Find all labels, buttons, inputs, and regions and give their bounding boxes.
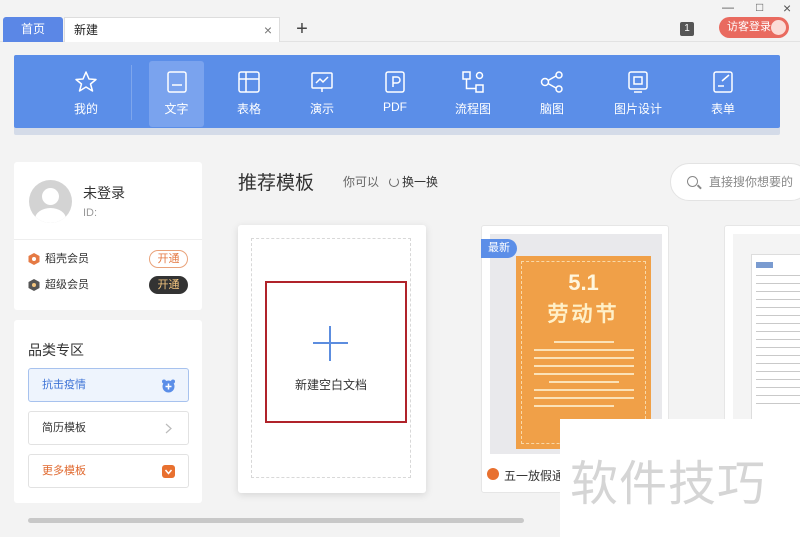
section-subtitle: 你可以 (343, 175, 380, 189)
super-member-row: 超级会员 (28, 277, 89, 293)
tool-mine[interactable]: 我的 (61, 55, 111, 128)
minimize-icon[interactable]: — (722, 0, 734, 14)
category-item-resume[interactable]: 简历模板 (28, 411, 189, 445)
chevron-right-icon (165, 423, 172, 434)
mascot-icon (162, 379, 175, 393)
image-design-icon (628, 71, 648, 93)
category-label: 抗击疫情 (42, 379, 86, 391)
avatar-body (35, 208, 66, 223)
category-title: 品类专区 (28, 342, 84, 358)
category-label: 简历模板 (42, 422, 86, 434)
category-card: 品类专区 抗击疫情 简历模板 更多模板 (14, 320, 202, 503)
tool-presentation[interactable]: 演示 (297, 55, 347, 128)
flowchart-icon (462, 71, 484, 93)
form-icon (713, 71, 733, 93)
tool-flowchart[interactable]: 流程图 (448, 55, 498, 128)
tool-sheet[interactable]: 表格 (224, 55, 274, 128)
horizontal-scrollbar[interactable] (28, 518, 524, 523)
search-icon (687, 176, 698, 187)
star-icon (75, 71, 97, 92)
divider (14, 239, 202, 240)
notification-badge[interactable]: 1 (680, 22, 694, 36)
category-item-more[interactable]: 更多模板 (28, 454, 189, 488)
tab-bar: 首页 新建 × + — □ × 1 访客登录 (0, 0, 800, 42)
docer-member-row: 稻壳会员 (28, 251, 89, 267)
tool-label: 表单 (710, 102, 735, 116)
tool-label: 流程图 (454, 102, 491, 116)
membership-label: 超级会员 (45, 279, 89, 291)
refresh-button[interactable]: 换一换 (389, 173, 438, 190)
user-id: ID: (83, 207, 98, 219)
category-item-epidemic[interactable]: 抗击疫情 (28, 368, 189, 402)
open-docer-member-button[interactable]: 开通 (149, 250, 188, 268)
user-card: 未登录 ID: 稻壳会员 开通 超级会员 开通 (14, 162, 202, 310)
presentation-icon (311, 72, 333, 92)
tool-pdf[interactable]: PDF (370, 55, 420, 128)
tool-label: 演示 (309, 102, 334, 116)
refresh-icon (389, 177, 399, 187)
tool-mindmap[interactable]: 脑图 (527, 55, 577, 128)
guest-login-button[interactable]: 访客登录 (719, 17, 789, 38)
refresh-label: 换一换 (402, 175, 439, 189)
membership-label: 稻壳会员 (45, 253, 89, 265)
section-title: 推荐模板 (238, 173, 315, 194)
template-search-input[interactable]: 直接搜你想要的 (670, 163, 800, 201)
tab-home[interactable]: 首页 (3, 17, 63, 42)
docer-icon (487, 468, 499, 480)
tab-new[interactable]: 新建 × (64, 17, 280, 42)
tool-image-design[interactable]: 图片设计 (607, 55, 669, 128)
search-placeholder: 直接搜你想要的 (709, 175, 794, 189)
template-name-label: 五一放假通 (504, 469, 565, 483)
pdf-icon (385, 71, 405, 93)
tool-label: 文字 (164, 102, 189, 116)
add-tab-icon[interactable]: + (292, 16, 312, 42)
tool-label: PDF (383, 100, 407, 114)
avatar-icon (771, 20, 786, 35)
new-badge: 最新 (481, 239, 517, 258)
tool-label: 脑图 (539, 102, 564, 116)
guest-login-label: 访客登录 (727, 21, 771, 33)
tab-new-label: 新建 (74, 23, 99, 37)
open-super-member-button[interactable]: 开通 (149, 276, 188, 294)
poster-title: 劳动节 (547, 303, 620, 326)
poster-number: 5.1 (568, 270, 599, 295)
tool-label: 我的 (73, 102, 98, 116)
tool-label: 表格 (236, 102, 261, 116)
avatar-head (42, 188, 59, 205)
table-icon (238, 71, 260, 93)
window-close-icon[interactable]: × (783, 0, 791, 16)
super-member-icon (28, 279, 40, 291)
tab-close-icon[interactable]: × (264, 18, 272, 42)
app-toolbar: 我的 文字 表格 演示 PDF 流程图 脑图 图片设计 表单 (14, 55, 780, 128)
user-avatar[interactable] (29, 180, 72, 223)
document-icon (166, 71, 187, 93)
user-name[interactable]: 未登录 (83, 183, 125, 203)
poster-text-lines (534, 341, 634, 413)
new-blank-document-label[interactable]: 新建空白文档 (265, 376, 397, 393)
toolbar-divider (131, 65, 132, 120)
plus-icon-horizontal (313, 342, 348, 344)
tool-text[interactable]: 文字 (149, 61, 204, 127)
document-preview (751, 254, 800, 434)
toolbar-container: 我的 文字 表格 演示 PDF 流程图 脑图 图片设计 表单 (14, 55, 780, 135)
maximize-icon[interactable]: □ (756, 0, 763, 14)
mindmap-icon (540, 71, 563, 93)
docer-member-icon (28, 253, 40, 265)
tool-label: 图片设计 (613, 102, 662, 116)
category-label: 更多模板 (42, 465, 86, 477)
more-templates-icon (162, 465, 175, 478)
template-name[interactable]: 五一放假通 (487, 467, 564, 484)
tool-form[interactable]: 表单 (698, 55, 748, 128)
watermark: 软件技巧 (570, 456, 767, 512)
highlight-box (265, 281, 407, 423)
